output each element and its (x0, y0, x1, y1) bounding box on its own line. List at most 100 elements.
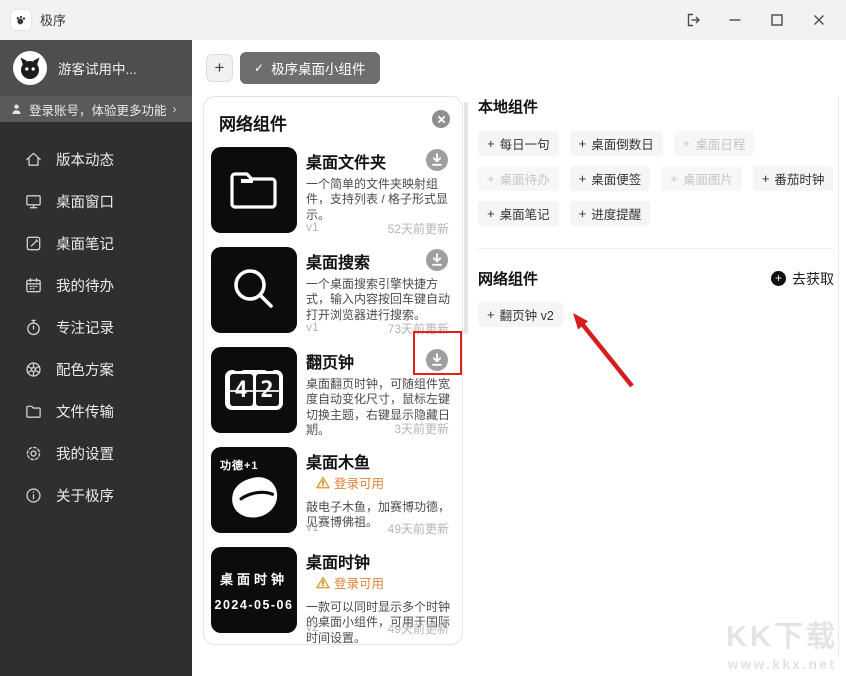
plus-icon: + (683, 136, 691, 151)
local-widgets-title: 本地组件 (478, 96, 834, 117)
scrollbar-thumb[interactable] (464, 102, 468, 334)
login-required-badge: 登录可用 (316, 573, 384, 592)
widget-version: v1 (306, 520, 319, 537)
chip-pomodoro-clock[interactable]: +番茄时钟 (753, 166, 834, 191)
titlebar: 极序 (0, 0, 846, 40)
network-widget-chips: +翻页钟 v2 (478, 302, 834, 327)
panel-header: 网络组件 (204, 97, 462, 141)
login-prompt: 登录账号，体验更多功能 (29, 100, 167, 119)
watermark-url: www.kkx.net (726, 657, 838, 672)
sidebar-item-about[interactable]: 关于极序 (0, 474, 192, 516)
chip-desktop-todo[interactable]: +桌面待办 (478, 166, 559, 191)
widget-description: 一个简单的文件夹映射组件，支持列表 / 格子形式显示。 (306, 177, 452, 223)
site-watermark: KK下载 www.kkx.net (726, 613, 838, 672)
widget-card-flip-clock[interactable]: 4 2 翻页钟 桌面翻页时钟，可随组件宽度自动变化尺寸，鼠标左键切换主题，右键显… (211, 347, 452, 439)
widget-title: 桌面时钟 (306, 555, 370, 572)
sidebar-item-label: 配色方案 (56, 359, 114, 380)
color-wheel-icon (24, 360, 43, 379)
widget-updated: 73天前更新 (388, 320, 449, 337)
widget-title: 翻页钟 (306, 355, 354, 372)
maximize-icon[interactable] (756, 0, 798, 40)
plus-circle-icon: + (771, 271, 786, 286)
sidebar-item-desktop-notes[interactable]: 桌面笔记 (0, 222, 192, 264)
chip-desktop-schedule[interactable]: +桌面日程 (674, 131, 755, 156)
panel-close-icon[interactable] (432, 110, 450, 128)
network-widgets-panel: 网络组件 桌面文件夹 一个简单的文件夹映射组件，支持列表 / 格子形式显示。 (203, 96, 463, 645)
sidebar-item-label: 关于极序 (56, 485, 114, 506)
monitor-icon (24, 192, 43, 211)
exit-icon[interactable] (672, 0, 714, 40)
sidebar-item-label: 桌面窗口 (56, 191, 114, 212)
widget-version: v2 (306, 420, 319, 437)
warning-icon (316, 476, 330, 489)
sidebar: 游客试用中... 登录账号，体验更多功能 › 版本动态 桌面窗口 桌面笔记 我的… (0, 40, 192, 676)
sidebar-item-color-schemes[interactable]: 配色方案 (0, 348, 192, 390)
chip-sticky-note[interactable]: +桌面便签 (570, 166, 651, 191)
sidebar-item-my-todos[interactable]: 我的待办 (0, 264, 192, 306)
download-icon[interactable] (425, 248, 449, 272)
chip-flip-clock-v2[interactable]: +翻页钟 v2 (478, 302, 563, 327)
minimize-icon[interactable] (714, 0, 756, 40)
widget-title: 桌面搜索 (306, 255, 370, 272)
scrollbar-track[interactable] (838, 96, 839, 656)
home-icon (24, 150, 43, 169)
wooden-fish-widget-icon: 功德+1 (211, 447, 297, 533)
section-divider (478, 248, 834, 249)
chip-countdown-day[interactable]: +桌面倒数日 (570, 131, 663, 156)
plus-icon: + (762, 171, 770, 186)
warning-icon (316, 576, 330, 589)
check-icon: ✓ (254, 61, 264, 75)
plus-icon: + (487, 171, 495, 186)
widget-card-desktop-search[interactable]: 桌面搜索 一个桌面搜索引擎快捷方式，输入内容按回车键自动打开浏览器进行搜索。 v… (211, 247, 452, 339)
widget-card-desktop-clock[interactable]: 桌面时钟 2024-05-06 桌面时钟 登录可用 一款可以同时显示多个时钟的桌… (211, 547, 452, 639)
chip-desktop-picture[interactable]: +桌面图片 (661, 166, 742, 191)
widget-card-desktop-folder[interactable]: 桌面文件夹 一个简单的文件夹映射组件，支持列表 / 格子形式显示。 v1 52天… (211, 147, 452, 239)
download-icon[interactable] (425, 348, 449, 372)
plus-icon: + (670, 171, 678, 186)
widget-list: 桌面文件夹 一个简单的文件夹映射组件，支持列表 / 格子形式显示。 v1 52天… (204, 141, 462, 639)
user-name: 游客试用中... (58, 58, 137, 78)
chip-progress-reminder[interactable]: +进度提醒 (570, 201, 651, 226)
sidebar-item-desktop-window[interactable]: 桌面窗口 (0, 180, 192, 222)
plus-icon: + (487, 136, 495, 151)
app-title: 极序 (40, 10, 66, 29)
sidebar-item-label: 桌面笔记 (56, 233, 114, 254)
widget-card-wooden-fish[interactable]: 功德+1 桌面木鱼 登录可用 敲电子木鱼，加赛博功德，见赛博佛祖。 v1 49天… (211, 447, 452, 539)
widget-updated: 3天前更新 (394, 420, 449, 437)
gear-icon (24, 444, 43, 463)
tab-desktop-widgets[interactable]: ✓ 极序桌面小组件 (240, 52, 380, 84)
widget-updated: 52天前更新 (388, 220, 449, 237)
user-profile[interactable]: 游客试用中... (0, 40, 192, 96)
download-icon[interactable] (425, 148, 449, 172)
close-icon[interactable] (798, 0, 840, 40)
widget-description: 一个桌面搜索引擎快捷方式，输入内容按回车键自动打开浏览器进行搜索。 (306, 277, 452, 323)
login-required-badge: 登录可用 (316, 473, 384, 492)
panel-title: 网络组件 (219, 115, 287, 134)
local-widget-chips: +每日一句 +桌面倒数日 +桌面日程 +桌面待办 +桌面便签 +桌面图片 +番茄… (478, 131, 834, 226)
sidebar-item-label: 文件传输 (56, 401, 114, 422)
get-more-button[interactable]: + 去获取 (771, 269, 834, 289)
sidebar-item-label: 专注记录 (56, 317, 114, 338)
network-widgets-title: 网络组件 (478, 268, 538, 289)
clock-widget-icon: 桌面时钟 2024-05-06 (211, 547, 297, 633)
app-logo-icon (11, 10, 31, 30)
login-banner[interactable]: 登录账号，体验更多功能 › (0, 96, 192, 122)
sidebar-item-version-news[interactable]: 版本动态 (0, 138, 192, 180)
widget-updated: 49天前更新 (388, 520, 449, 537)
sidebar-item-focus-records[interactable]: 专注记录 (0, 306, 192, 348)
person-icon (10, 103, 23, 116)
chip-desktop-notes[interactable]: +桌面笔记 (478, 201, 559, 226)
plus-icon: + (579, 171, 587, 186)
widget-title: 桌面木鱼 (306, 455, 370, 472)
folder-icon (24, 402, 43, 421)
chevron-right-icon: › (173, 102, 177, 116)
plus-icon: + (579, 136, 587, 151)
add-tab-button[interactable]: + (206, 54, 233, 82)
sidebar-item-my-settings[interactable]: 我的设置 (0, 432, 192, 474)
calendar-icon (24, 276, 43, 295)
watermark-logo: KK下载 (726, 613, 838, 655)
app-window: 极序 游客试用中... 登录账号，体验更多功能 › (0, 0, 846, 676)
plus-icon: + (579, 206, 587, 221)
chip-daily-quote[interactable]: +每日一句 (478, 131, 559, 156)
sidebar-item-file-transfer[interactable]: 文件传输 (0, 390, 192, 432)
